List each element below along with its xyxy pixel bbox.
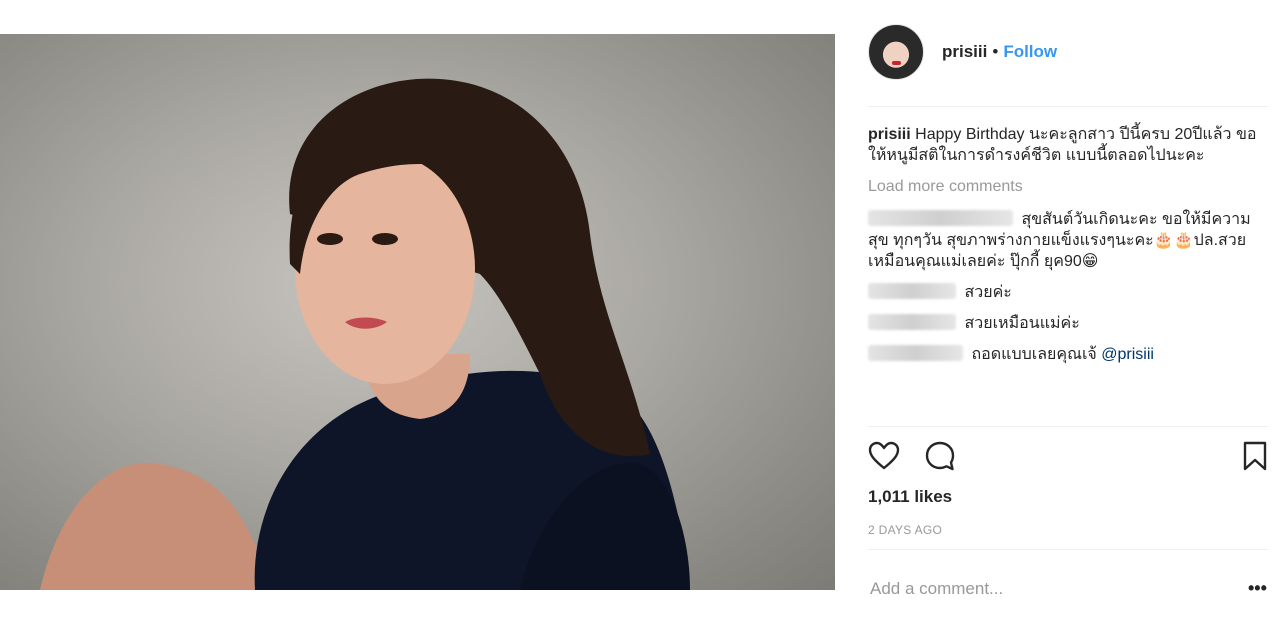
likes-count[interactable]: 1,011 likes [868,487,952,507]
action-bar [868,440,1268,480]
separator-bullet: • [992,42,999,61]
comment-item: สวยเหมือนแม่ค่ะ [868,313,1263,334]
follow-button[interactable]: Follow [1003,42,1057,62]
caption-username[interactable]: prisiii [868,126,911,143]
photo-illustration [40,78,690,590]
comment-text: สวยค่ะ [964,284,1012,301]
bookmark-icon[interactable] [1241,440,1269,477]
comments-section: prisiii Happy Birthday นะคะลูกสาว ปีนี้ค… [868,124,1263,375]
header-divider [868,106,1268,107]
post-timestamp[interactable]: 2 DAYS AGO [868,523,942,537]
blurred-username [868,210,1013,226]
comment-text: สวยเหมือนแม่ค่ะ [964,315,1080,332]
add-comment-divider [868,549,1268,550]
load-more-comments[interactable]: Load more comments [868,176,1263,197]
mention-link[interactable]: @prisiii [1101,346,1154,363]
post-sidebar: prisiii • Follow prisiii Happy Birthday … [835,0,1280,627]
comment-item: สุขสันต์วันเกิดนะคะ ขอให้มีความสุข ทุกๆว… [868,209,1263,272]
comment-text: ถอดแบบเลยคุณเจ้ [971,346,1102,363]
post-header: prisiii • Follow [868,22,1057,82]
header-username[interactable]: prisiii [942,42,987,62]
blurred-username [868,283,956,299]
more-options-icon[interactable]: ••• [1248,578,1267,599]
comment-icon[interactable] [924,440,956,477]
blurred-username [868,345,963,361]
caption-text: Happy Birthday นะคะลูกสาว ปีนี้ครบ 20ปีแ… [868,126,1257,164]
caption: prisiii Happy Birthday นะคะลูกสาว ปีนี้ค… [868,124,1263,166]
comment-item: ถอดแบบเลยคุณเจ้ @prisiii [868,344,1263,365]
post-photo[interactable] [0,34,835,590]
blurred-username [868,314,956,330]
heart-icon[interactable] [868,440,900,477]
comment-item: สวยค่ะ [868,282,1263,303]
add-comment-input[interactable] [868,578,1232,600]
comments-divider [868,426,1268,427]
avatar[interactable] [868,24,924,80]
